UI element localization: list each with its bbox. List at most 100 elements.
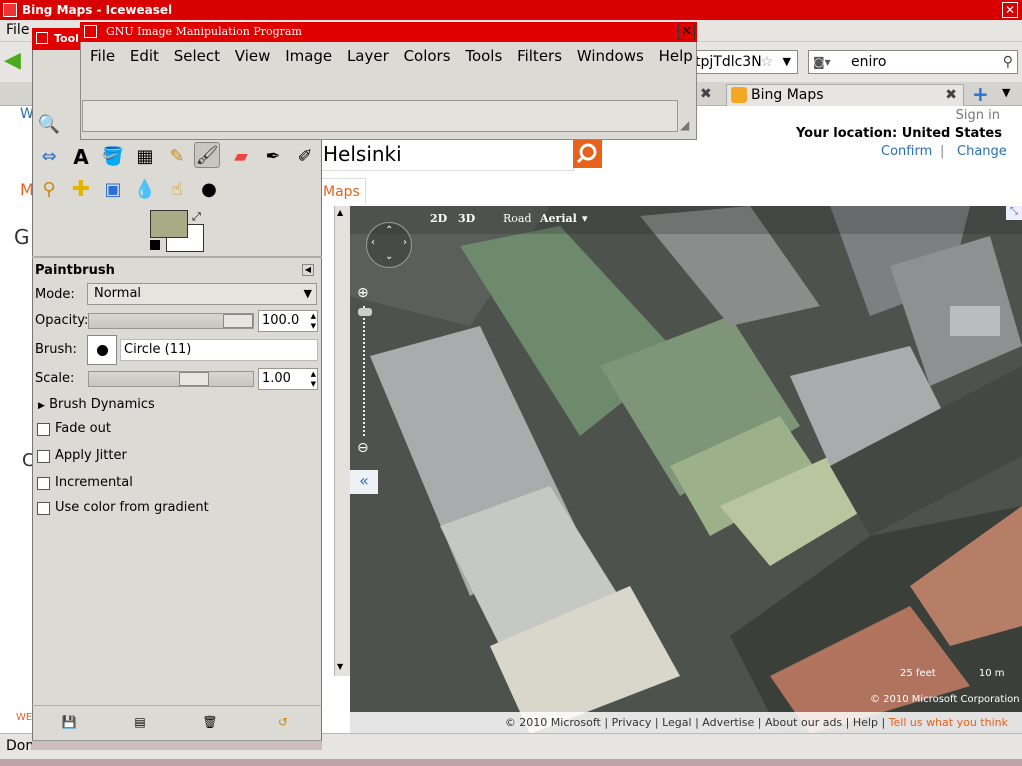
use-gradient-label[interactable]: Use color from gradient: [55, 500, 209, 515]
search-input[interactable]: eniro: [851, 54, 886, 70]
bookmark-star-icon[interactable]: ☆: [760, 51, 773, 73]
scale-value[interactable]: 1.00: [262, 371, 291, 386]
gimp-menu-file[interactable]: File: [90, 47, 115, 65]
smudge-tool-icon[interactable]: ☝: [164, 177, 190, 203]
resize-grip-icon[interactable]: ◢: [680, 118, 689, 132]
save-options-icon[interactable]: 💾: [60, 714, 78, 730]
zoom-tool-icon[interactable]: 🔍: [36, 112, 62, 138]
back-arrow-icon[interactable]: ◀: [4, 50, 30, 72]
tab-close-icon[interactable]: ✖: [945, 85, 957, 105]
scroll-up-icon[interactable]: ▲: [337, 208, 343, 217]
close-icon[interactable]: ✕: [1002, 2, 1018, 18]
fade-out-label[interactable]: Fade out: [55, 421, 111, 436]
bucket-fill-icon[interactable]: 🪣: [100, 144, 126, 170]
window-menu-icon[interactable]: [3, 3, 17, 17]
pan-north-icon[interactable]: ⌃: [385, 225, 393, 236]
swap-colors-icon[interactable]: ⤢: [192, 210, 201, 224]
search-engine-box[interactable]: ◙▾ eniro ⚲: [808, 50, 1018, 74]
clone-tool-icon[interactable]: ⚲: [36, 177, 62, 203]
footer-feedback[interactable]: Tell us what you think: [889, 716, 1008, 729]
default-colors-icon[interactable]: [150, 240, 160, 250]
pencil-tool-icon[interactable]: ✎: [164, 144, 190, 170]
mode-3d[interactable]: 3D: [458, 212, 475, 225]
gimp-menu-view[interactable]: View: [235, 47, 271, 65]
brush-name-field[interactable]: Circle (11): [120, 339, 318, 361]
gimp-menu-edit[interactable]: Edit: [130, 47, 159, 65]
zoom-slider[interactable]: [363, 306, 367, 436]
aerial-map[interactable]: [350, 206, 1022, 734]
delete-options-icon[interactable]: 🗑: [201, 714, 219, 730]
expand-map-icon[interactable]: ⤡: [1006, 206, 1022, 220]
spin-arrows-icon[interactable]: ▲ ▼: [311, 369, 316, 389]
mode-2d[interactable]: 2D: [430, 212, 447, 225]
spin-arrows-icon[interactable]: ▲ ▼: [311, 311, 316, 331]
perspective-clone-icon[interactable]: ▣: [100, 177, 126, 203]
pan-south-icon[interactable]: ⌄: [385, 251, 393, 262]
gimp-menu-image[interactable]: Image: [285, 47, 332, 65]
mode-select[interactable]: Normal ▼: [87, 283, 317, 305]
window-menu-icon[interactable]: [36, 32, 48, 44]
compass-control[interactable]: ⌃ ‹ › ⌄: [366, 222, 412, 268]
footer-legal[interactable]: Legal: [662, 716, 691, 729]
scale-slider[interactable]: [88, 371, 254, 387]
gimp-empty-canvas[interactable]: [82, 100, 678, 132]
gimp-menu-windows[interactable]: Windows: [577, 47, 644, 65]
incremental-checkbox[interactable]: [37, 477, 50, 490]
footer-help[interactable]: Help: [853, 716, 878, 729]
pan-west-icon[interactable]: ‹: [371, 237, 375, 248]
url-bar[interactable]: tpjTdlc3N ☆ ▼: [688, 50, 798, 74]
footer-advertise[interactable]: Advertise: [702, 716, 754, 729]
gimp-menu-colors[interactable]: Colors: [404, 47, 451, 65]
bing-search-button[interactable]: [573, 139, 602, 168]
opacity-value[interactable]: 100.0: [262, 313, 299, 328]
gimp-menu-help[interactable]: Help: [659, 47, 693, 65]
zoom-out-icon[interactable]: ⊖: [357, 440, 369, 456]
paintbrush-tool-icon[interactable]: 🖌: [194, 142, 220, 168]
search-engine-icon[interactable]: ◙▾: [813, 51, 831, 73]
menu-file[interactable]: File: [6, 22, 29, 38]
scroll-down-icon[interactable]: ▼: [337, 662, 343, 671]
footer-privacy[interactable]: Privacy: [612, 716, 652, 729]
fade-out-checkbox[interactable]: [37, 423, 50, 436]
zoom-in-icon[interactable]: ⊕: [357, 285, 369, 301]
blend-tool-icon[interactable]: ▦: [132, 144, 158, 170]
tab-close-icon[interactable]: ✖: [700, 86, 716, 102]
pan-east-icon[interactable]: ›: [403, 237, 407, 248]
new-tab-icon[interactable]: +: [972, 84, 994, 104]
tab-list-icon[interactable]: ▼: [1002, 86, 1010, 99]
change-link[interactable]: Change: [957, 144, 1007, 159]
sign-in-link[interactable]: Sign in: [956, 108, 1000, 123]
scale-spinner[interactable]: 1.00 ▲ ▼: [258, 368, 318, 390]
scale-slider-thumb[interactable]: [179, 372, 209, 386]
gimp-menu-select[interactable]: Select: [174, 47, 220, 65]
url-dropdown-icon[interactable]: ▼: [783, 51, 791, 73]
collapse-panel-icon[interactable]: «: [350, 470, 378, 494]
flip-tool-icon[interactable]: ⇔: [36, 144, 62, 170]
brush-preview[interactable]: [87, 335, 117, 365]
opacity-slider[interactable]: [88, 313, 254, 329]
confirm-link[interactable]: Confirm: [881, 144, 932, 159]
page-scrollbar[interactable]: ▲ ▼: [334, 206, 350, 676]
tab-bing-maps[interactable]: Bing Maps ✖: [726, 84, 964, 106]
aerial-dropdown-icon[interactable]: ▾: [582, 212, 588, 225]
use-gradient-checkbox[interactable]: [37, 502, 50, 515]
window-menu-icon[interactable]: [84, 25, 97, 38]
footer-about-ads[interactable]: About our ads: [765, 716, 842, 729]
blur-tool-icon[interactable]: 💧: [132, 177, 158, 203]
restore-options-icon[interactable]: ▤: [131, 714, 149, 730]
airbrush-tool-icon[interactable]: ✒: [260, 144, 286, 170]
mode-aerial[interactable]: Aerial: [540, 212, 577, 225]
opacity-slider-thumb[interactable]: [223, 314, 253, 328]
zoom-thumb[interactable]: [358, 308, 372, 316]
search-icon[interactable]: ⚲: [1003, 51, 1013, 73]
brush-dynamics-expander[interactable]: ▶ Brush Dynamics: [38, 397, 155, 412]
dodge-burn-icon[interactable]: ●: [196, 177, 222, 203]
close-icon[interactable]: ✕: [678, 23, 695, 40]
incremental-label[interactable]: Incremental: [55, 475, 133, 490]
opacity-spinner[interactable]: 100.0 ▲ ▼: [258, 310, 318, 332]
reset-options-icon[interactable]: ↺: [274, 714, 292, 730]
eraser-tool-icon[interactable]: ▰: [228, 144, 254, 170]
configure-tab-icon[interactable]: ◀: [302, 264, 314, 276]
gimp-menu-layer[interactable]: Layer: [347, 47, 389, 65]
apply-jitter-label[interactable]: Apply Jitter: [55, 448, 127, 463]
